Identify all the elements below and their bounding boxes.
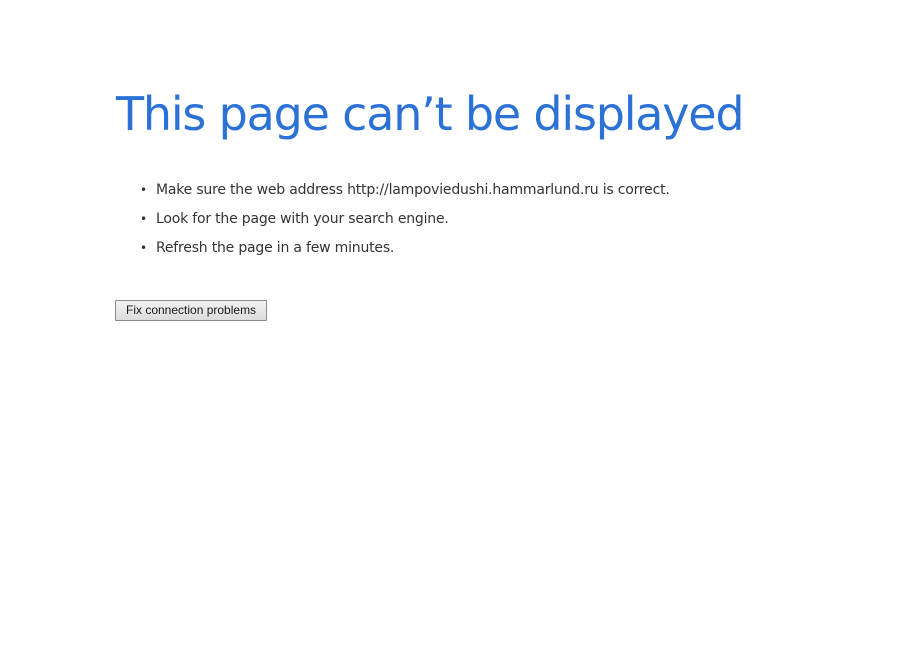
suggestion-text: Make sure the web address http://lampovi… xyxy=(156,182,670,198)
bullet-icon: • xyxy=(140,241,147,255)
page-title: This page can’t be displayed xyxy=(116,87,745,141)
suggestion-item-check-address: • Make sure the web address http://lampo… xyxy=(140,176,876,205)
error-content: This page can’t be displayed • Make sure… xyxy=(116,84,876,263)
suggestion-list: • Make sure the web address http://lampo… xyxy=(140,176,876,263)
bullet-icon: • xyxy=(140,183,147,197)
suggestion-item-search-engine: • Look for the page with your search eng… xyxy=(140,205,876,234)
suggestion-item-refresh: • Refresh the page in a few minutes. xyxy=(140,234,876,263)
bullet-icon: • xyxy=(140,212,147,226)
suggestion-text: Look for the page with your search engin… xyxy=(156,211,449,227)
suggestion-text: Refresh the page in a few minutes. xyxy=(156,240,395,256)
fix-connection-problems-button[interactable]: Fix connection problems xyxy=(115,300,268,321)
